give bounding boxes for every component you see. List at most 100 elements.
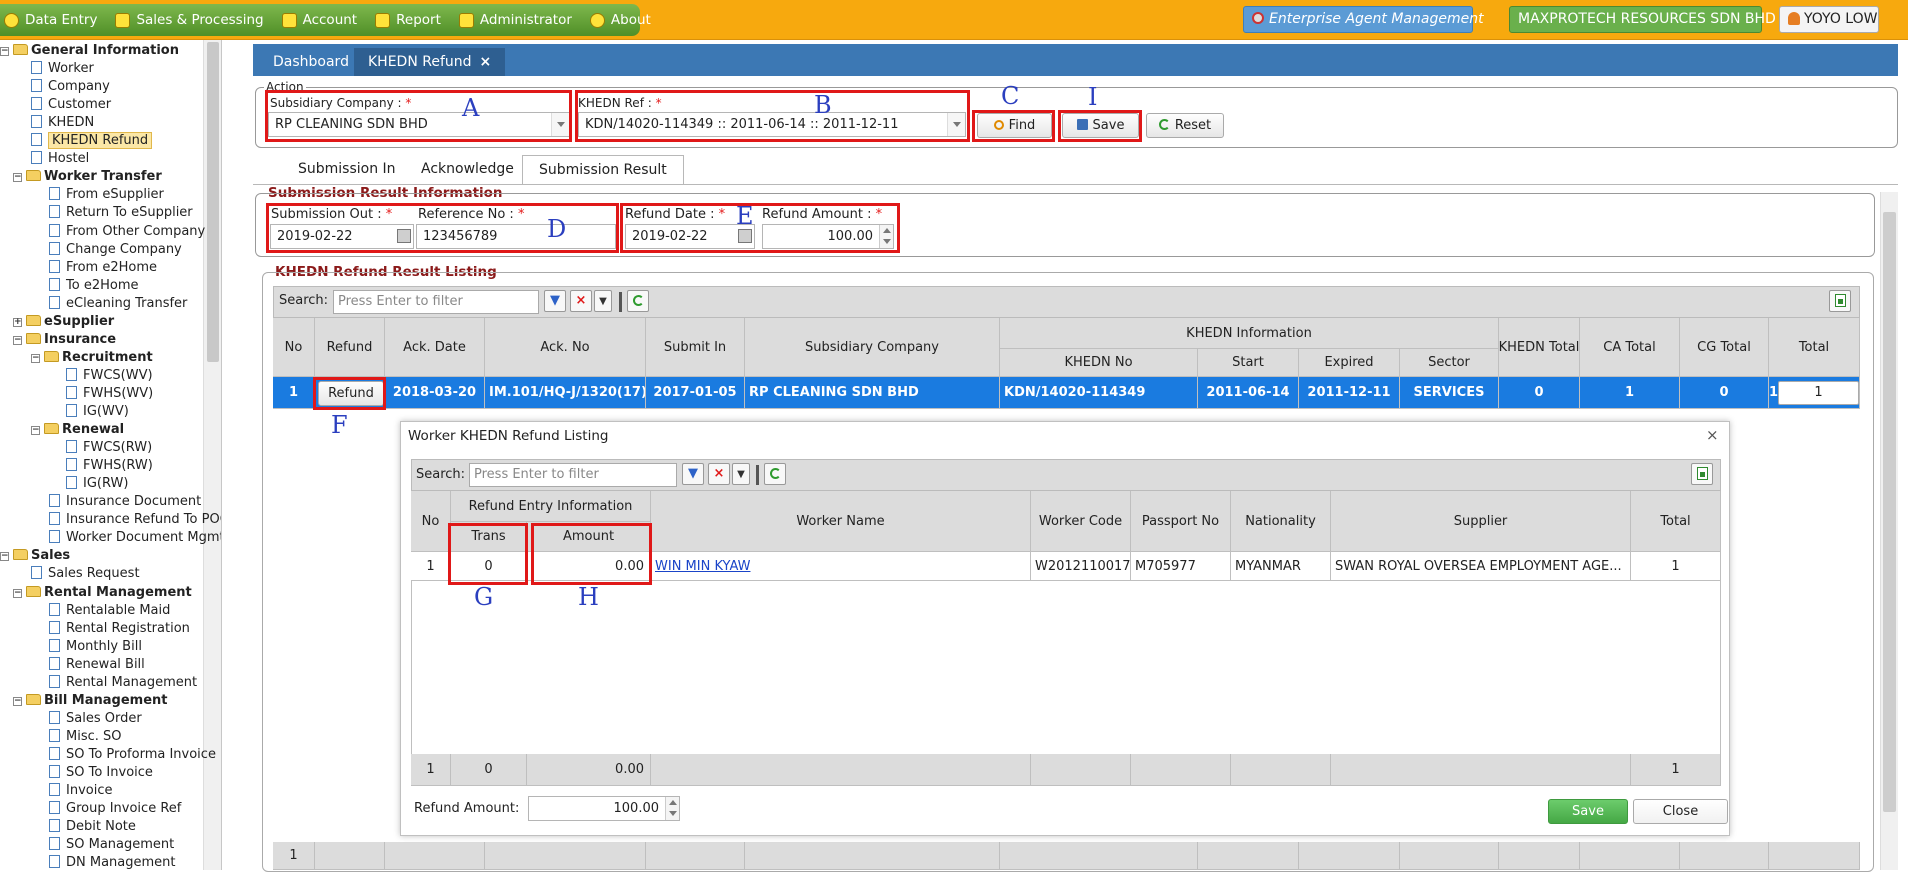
tree-item[interactable]: IG(WV) [66, 403, 129, 421]
dialog-filter-dropdown-icon[interactable]: ▼ [732, 463, 750, 485]
tree-item[interactable]: From Other Company [49, 223, 205, 241]
tree-item[interactable]: − Sales [0, 547, 70, 565]
tree-item[interactable]: Worker Document Mgmt [49, 529, 221, 547]
tree-item[interactable]: Invoice [49, 782, 112, 800]
refund-amount-input[interactable]: 100.00 [762, 224, 894, 249]
tree-item[interactable]: − Worker Transfer [13, 168, 162, 186]
reference-no-input[interactable]: 123456789 [416, 224, 616, 249]
calendar-icon[interactable] [397, 229, 411, 243]
tree-item[interactable]: From eSupplier [49, 186, 164, 204]
subsidiary-company-select[interactable]: RP CLEANING SDN BHD [268, 112, 570, 137]
collapse-icon[interactable]: − [31, 426, 40, 436]
tree-item[interactable]: FWHS(WV) [66, 385, 153, 403]
tree-item[interactable]: FWCS(RW) [66, 439, 152, 457]
tree-item[interactable]: − Renewal [31, 421, 124, 439]
user-menu[interactable]: YOYO LOW [1779, 6, 1879, 33]
menu-account[interactable]: Account [281, 12, 357, 28]
refund-date-input[interactable]: 2019-02-22 [625, 224, 755, 249]
tree-item[interactable]: eCleaning Transfer [49, 295, 187, 313]
subtab-acknowledge[interactable]: Acknowledge [405, 155, 530, 184]
tree-item[interactable]: Insurance Refund To POCN [49, 511, 221, 529]
clear-filter-icon[interactable]: × [570, 290, 592, 312]
subtab-submission-result[interactable]: Submission Result [522, 155, 684, 184]
find-button[interactable]: Find [977, 113, 1052, 138]
main-scrollbar-thumb[interactable] [1883, 212, 1896, 812]
dialog-clear-filter-icon[interactable]: × [708, 463, 730, 485]
tree-item[interactable]: − Insurance [13, 331, 116, 349]
tree-item[interactable]: Rentalable Maid [49, 602, 170, 620]
tree-item[interactable]: Debit Note [49, 818, 136, 836]
tree-item[interactable]: Renewal Bill [49, 656, 145, 674]
tree-item[interactable]: − Rental Management [13, 584, 192, 602]
tree-item[interactable]: To e2Home [49, 277, 138, 295]
tree-item[interactable]: KHEDN [31, 114, 94, 132]
tree-item[interactable]: Rental Management [49, 674, 197, 692]
collapse-icon[interactable]: − [0, 47, 9, 56]
tab-dashboard[interactable]: Dashboard [259, 48, 363, 76]
tree-item[interactable]: Misc. SO [49, 728, 122, 746]
collapse-icon[interactable]: − [13, 696, 22, 706]
refresh-icon[interactable] [627, 290, 649, 312]
dialog-filter-funnel-icon[interactable]: ▼ [682, 463, 704, 485]
tree-item[interactable]: FWHS(RW) [66, 457, 153, 475]
tree-item[interactable]: Sales Request [31, 565, 140, 583]
tree-item[interactable]: SO To Proforma Invoice [49, 746, 216, 764]
dialog-save-button[interactable]: Save [1548, 799, 1628, 824]
number-spinner[interactable] [879, 225, 893, 248]
tree-item[interactable]: Hostel [31, 150, 89, 168]
worker-name-link[interactable]: WIN MIN KYAW [655, 559, 750, 574]
menu-administrator[interactable]: Administrator [458, 12, 572, 28]
tree-item[interactable]: IG(RW) [66, 475, 128, 493]
tree-item[interactable]: SO Management [49, 836, 174, 854]
menu-data-entry[interactable]: Data Entry [4, 12, 97, 28]
tree-scrollbar-thumb[interactable] [207, 42, 219, 362]
khedn-ref-select[interactable]: KDN/14020-114349 :: 2011-06-14 :: 2011-1… [578, 112, 966, 137]
filter-dropdown-icon[interactable]: ▼ [594, 290, 612, 312]
main-scrollbar[interactable] [1880, 192, 1898, 870]
tree-item[interactable]: + eSupplier [13, 313, 114, 331]
chevron-down-icon[interactable] [551, 113, 569, 136]
dialog-close-icon[interactable]: × [1706, 426, 1719, 444]
reset-button[interactable]: Reset [1146, 113, 1224, 138]
tree-item[interactable]: Company [31, 78, 110, 96]
tree-item[interactable]: − Recruitment [31, 349, 153, 367]
expand-icon[interactable]: + [13, 317, 22, 327]
collapse-icon[interactable]: − [13, 335, 22, 345]
tree-item[interactable]: − Bill Management [13, 692, 168, 710]
tab-khedn-refund[interactable]: KHEDN Refund × [354, 48, 506, 76]
dialog-number-spinner[interactable] [665, 797, 679, 820]
tree-item[interactable]: Rental Registration [49, 620, 190, 638]
menu-sales-processing[interactable]: Sales & Processing [115, 12, 264, 28]
tree-item[interactable]: DN Management [49, 854, 176, 870]
collapse-icon[interactable]: − [13, 173, 22, 183]
tree-item[interactable]: Insurance Document [49, 493, 201, 511]
dialog-refund-amount-input[interactable]: 100.00 [528, 796, 680, 821]
tree-item[interactable]: FWCS(WV) [66, 367, 153, 385]
dialog-search-input[interactable]: Press Enter to filter [469, 463, 677, 487]
save-button[interactable]: Save [1062, 113, 1139, 138]
collapse-icon[interactable]: − [31, 353, 40, 363]
tree-item[interactable]: SO To Invoice [49, 764, 153, 782]
submission-out-date-input[interactable]: 2019-02-22 [270, 224, 414, 249]
export-excel-icon[interactable] [1829, 290, 1851, 312]
subtab-submission-in[interactable]: Submission In [282, 155, 412, 184]
tree-item[interactable]: From e2Home [49, 259, 157, 277]
enterprise-agent-management-link[interactable]: Enterprise Agent Management [1243, 6, 1484, 33]
tree-item[interactable]: Customer [31, 96, 111, 114]
menu-about[interactable]: About [589, 12, 651, 28]
collapse-icon[interactable]: − [0, 552, 9, 562]
tree-item[interactable]: KHEDN Refund [31, 132, 153, 150]
close-tab-icon[interactable]: × [480, 54, 492, 70]
tree-item[interactable]: Monthly Bill [49, 638, 142, 656]
filter-funnel-icon[interactable]: ▼ [544, 290, 566, 312]
dialog-refresh-icon[interactable] [764, 463, 786, 485]
tree-item[interactable]: Return To eSupplier [49, 204, 193, 222]
dialog-export-excel-icon[interactable] [1691, 463, 1713, 485]
refund-row-button[interactable]: Refund [318, 381, 384, 406]
calendar-icon[interactable] [738, 229, 752, 243]
tree-item[interactable]: Group Invoice Ref [49, 800, 181, 818]
company-badge[interactable]: MAXPROTECH RESOURCES SDN BHD [1509, 6, 1776, 33]
tree-item[interactable]: Change Company [49, 241, 182, 259]
menu-report[interactable]: Report [375, 12, 441, 28]
collapse-icon[interactable]: − [13, 588, 22, 598]
